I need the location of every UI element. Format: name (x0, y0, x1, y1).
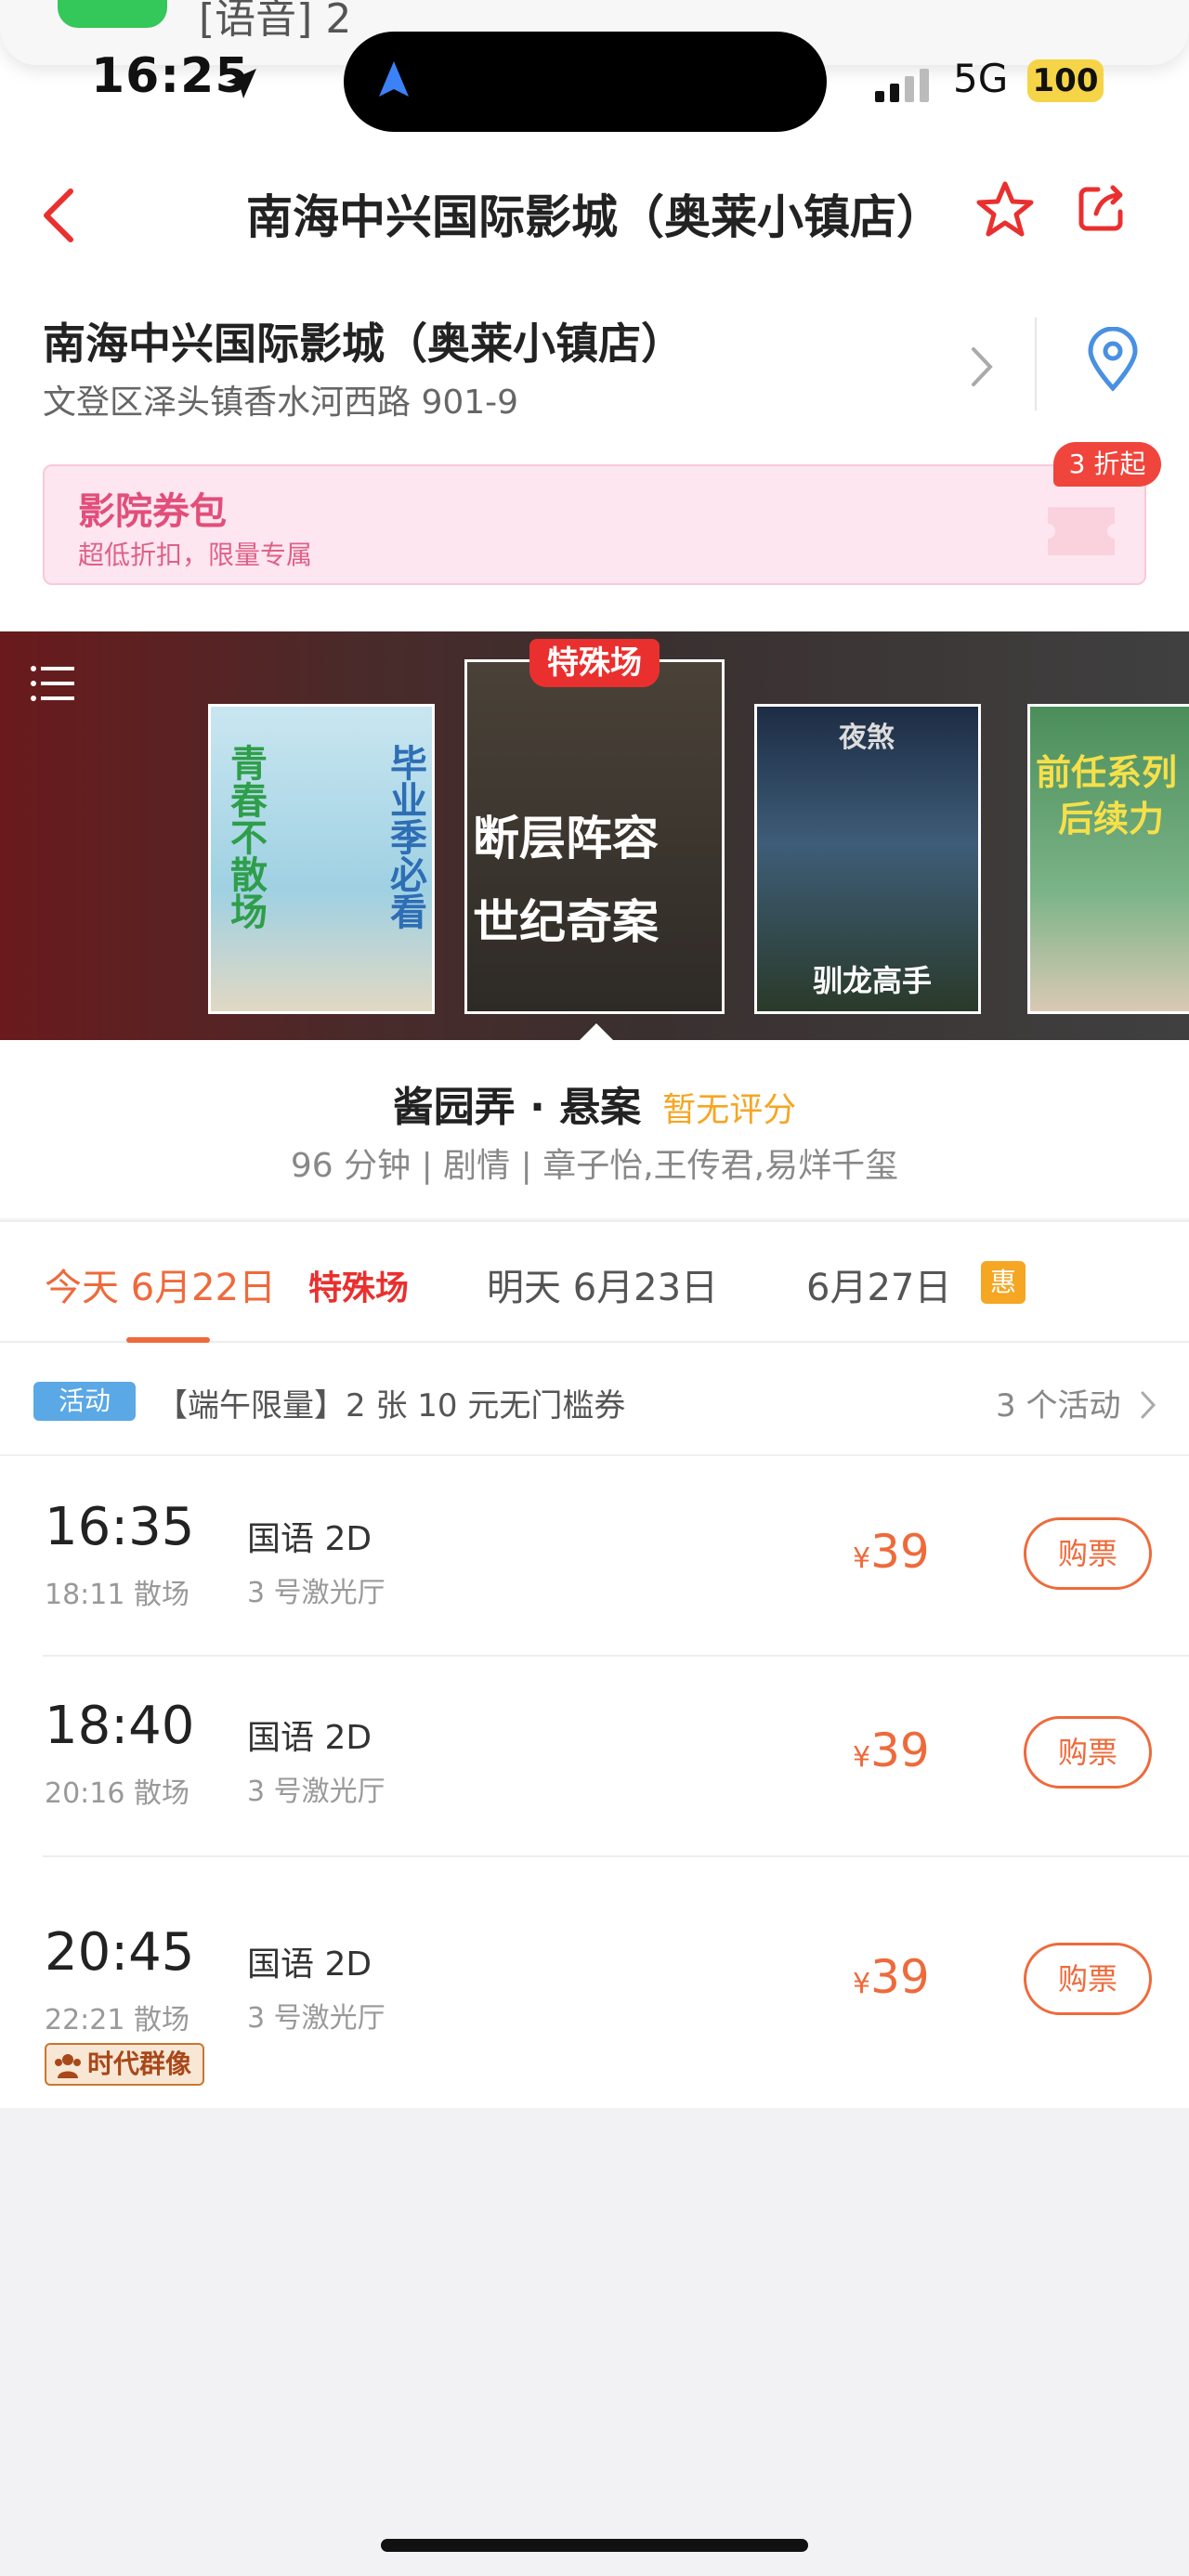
poster-text: 毕业季必看 (384, 744, 426, 930)
start-time: 20:45 (45, 1922, 195, 1983)
language-format: 国语 2D (247, 1719, 372, 1757)
start-time: 16:35 (45, 1497, 195, 1557)
poster-text: 断层阵容 (473, 812, 659, 865)
movie-poster[interactable]: 夜煞 驯龙高手 (754, 704, 981, 1014)
tab-special-tag: 特殊场 (308, 1269, 410, 1308)
network-type: 5G (953, 56, 1009, 101)
hall-name: 3 号激光厅 (247, 2002, 385, 2035)
currency-symbol: ¥ (853, 1968, 871, 2000)
tab-june-27[interactable]: 6月27日 (806, 1257, 951, 1311)
currency-symbol: ¥ (853, 1741, 871, 1774)
poster-text: 前任系列 (1036, 752, 1178, 793)
poster-text: 世纪奇案 (473, 895, 659, 949)
coupon-subtitle: 超低折扣，限量专属 (78, 540, 313, 570)
cinema-info: 南海中兴国际影城（奥莱小镇店） 文登区泽头镇香水河西路 901-9 影院券包 超… (0, 269, 1189, 631)
ticket-icon (1048, 507, 1115, 555)
location-arrow-icon (227, 69, 256, 98)
price-value: 39 (870, 1950, 930, 2004)
back-icon[interactable] (37, 186, 82, 245)
movie-poster[interactable]: 前任系列 后续力 (1027, 704, 1189, 1014)
home-indicator[interactable] (381, 2539, 808, 2552)
activity-text: 【端午限量】2 张 10 元无门槛券 (156, 1387, 626, 1425)
hall-name: 3 号激光厅 (247, 1776, 385, 1808)
tab-tomorrow[interactable]: 明天 6月23日 (487, 1257, 718, 1311)
buy-ticket-button[interactable]: 购票 (1024, 1517, 1152, 1590)
star-icon[interactable] (975, 180, 1035, 238)
showtime-row[interactable]: 20:45 22:21 散场 国语 2D 3 号激光厅 ¥39 购票 时代群像 (0, 1857, 1189, 2106)
divider (1035, 318, 1037, 410)
price: ¥39 (853, 1724, 930, 1777)
end-time: 20:16 散场 (45, 1777, 189, 1810)
activity-bar[interactable]: 活动 【端午限量】2 张 10 元无门槛券 3 个活动 (0, 1343, 1189, 1454)
activity-tag: 活动 (33, 1382, 136, 1421)
movie-title: 酱园弄 · 悬案 (392, 1084, 642, 1131)
tab-today[interactable]: 今天 6月22日 (45, 1257, 276, 1311)
date-tabs: 今天 6月22日 特殊场 明天 6月23日 6月27日 惠 (0, 1220, 1189, 1343)
movie-info: 酱园弄 · 悬案 暂无评分 96 分钟 | 剧情 | 章子怡,王传君,易烊千玺 (0, 1040, 1189, 1218)
map-pin-icon[interactable] (1085, 327, 1141, 394)
activity-count: 3 个活动 (996, 1387, 1121, 1425)
end-time: 18:11 散场 (45, 1579, 189, 1611)
navigation-icon (379, 61, 409, 97)
movie-poster-selected[interactable]: 断层阵容 世纪奇案 (464, 659, 725, 1014)
hall-name: 3 号激光厅 (247, 1577, 385, 1609)
coupon-pack-card[interactable]: 影院券包 超低折扣，限量专属 (43, 464, 1146, 585)
cinema-name[interactable]: 南海中兴国际影城（奥莱小镇店） (43, 310, 684, 371)
price-value: 39 (870, 1724, 930, 1777)
group-icon (55, 2054, 81, 2078)
showtime-row[interactable]: 16:35 18:11 散场 国语 2D 3 号激光厅 ¥39 购票 (0, 1456, 1189, 1655)
chevron-right-icon (1141, 1391, 1156, 1419)
status-bar: [语音] 2 16:25 5G 100 (0, 0, 1189, 149)
price-value: 39 (870, 1525, 930, 1579)
price: ¥39 (853, 1950, 930, 2004)
language-format: 国语 2D (247, 1520, 372, 1558)
poster-text: 驯龙高手 (813, 963, 933, 998)
special-screening-tag: 特殊场 (529, 639, 660, 687)
buy-ticket-button[interactable]: 购票 (1024, 1716, 1152, 1789)
end-time: 22:21 散场 (45, 2004, 189, 2036)
start-time: 18:40 (45, 1696, 195, 1756)
buy-ticket-button[interactable]: 购票 (1024, 1943, 1152, 2015)
era-badge-label: 时代群像 (87, 2049, 192, 2079)
movie-title-row[interactable]: 酱园弄 · 悬案 暂无评分 (0, 1073, 1189, 1133)
movie-rating: 暂无评分 (662, 1091, 797, 1129)
dynamic-island (344, 32, 827, 132)
discount-badge: 惠 (981, 1261, 1026, 1304)
chevron-right-icon[interactable] (968, 344, 996, 390)
signal-icon (875, 69, 929, 102)
poster-text: 青春不散场 (224, 744, 267, 930)
share-icon[interactable] (1076, 182, 1128, 234)
price: ¥39 (853, 1525, 930, 1579)
poster-text: 夜煞 (839, 722, 895, 754)
discount-badge: 3 折起 (1053, 442, 1161, 487)
showtime-row[interactable]: 18:40 20:16 散场 国语 2D 3 号激光厅 ¥39 购票 (0, 1657, 1189, 1855)
movie-carousel[interactable]: 青春不散场 毕业季必看 断层阵容 世纪奇案 特殊场 夜煞 驯龙高手 前任系列 后… (0, 631, 1189, 1040)
showtime-list: 16:35 18:11 散场 国语 2D 3 号激光厅 ¥39 购票 18:40… (0, 1454, 1189, 2108)
list-icon[interactable] (30, 663, 76, 704)
battery-indicator: 100 (1027, 59, 1104, 102)
nav-header: 南海中兴国际影城（奥莱小镇店） (0, 149, 1189, 269)
notification-text: [语音] 2 (199, 0, 352, 43)
selected-indicator (576, 1023, 617, 1040)
page-title: 南海中兴国际影城（奥莱小镇店） (246, 190, 943, 244)
coupon-title: 影院券包 (78, 490, 227, 533)
messages-app-icon (58, 0, 167, 28)
currency-symbol: ¥ (853, 1542, 871, 1575)
era-ensemble-badge: 时代群像 (45, 2043, 204, 2086)
cinema-address[interactable]: 文登区泽头镇香水河西路 901-9 (43, 375, 518, 423)
poster-text: 后续力 (1058, 799, 1165, 839)
language-format: 国语 2D (247, 1945, 372, 1984)
movie-meta: 96 分钟 | 剧情 | 章子怡,王传君,易烊千玺 (290, 1147, 899, 1185)
movie-poster[interactable]: 青春不散场 毕业季必看 (208, 704, 435, 1014)
